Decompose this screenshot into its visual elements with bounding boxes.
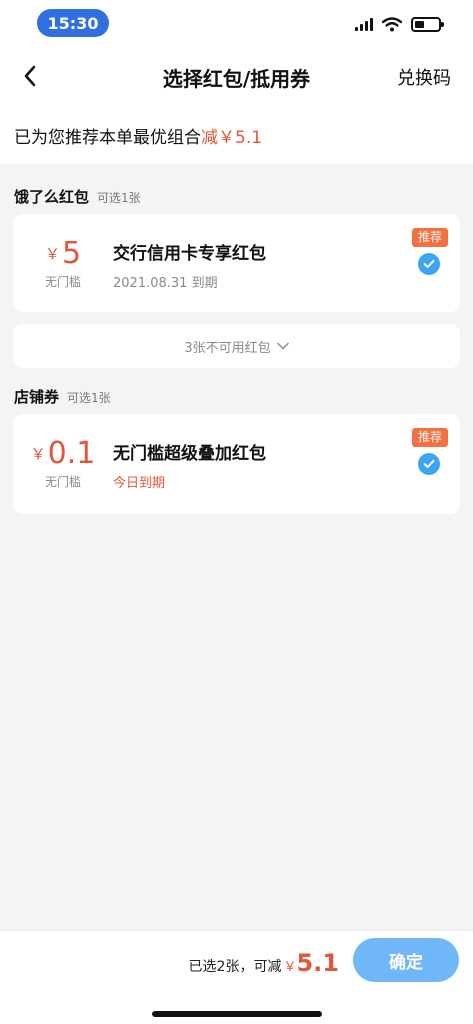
confirm-button[interactable]: 确定 (353, 938, 459, 982)
coupon-card-shop[interactable]: ￥0.1 无门槛 无门槛超级叠加红包 今日到期 推荐 (13, 414, 460, 514)
section-title: 店铺券 (14, 388, 60, 406)
section-subtitle: 可选1张 (97, 191, 141, 205)
coupon-title: 交行信用卡专享红包 (113, 244, 266, 264)
coupon-checkbox[interactable] (418, 453, 440, 475)
selected-summary: 已选2张，可减 ￥ 5.1 (189, 949, 339, 977)
selected-count-text: 已选2张，可减 (188, 959, 282, 975)
summary-discount: 减￥5.1 (201, 127, 263, 148)
recommend-badge: 推荐 (411, 428, 448, 447)
status-icons (355, 14, 444, 34)
check-icon (423, 259, 435, 268)
recommend-badge: 推荐 (411, 228, 448, 247)
signal-icon (355, 17, 373, 31)
section-title: 饿了么红包 (14, 188, 90, 206)
unavailable-coupons-toggle[interactable]: 3张不可用红包 (13, 324, 460, 368)
unavailable-label: 3张不可用红包 (184, 340, 271, 356)
coupon-threshold: 无门槛 (44, 475, 81, 489)
currency-symbol: ￥ (283, 960, 297, 975)
wifi-icon (382, 16, 402, 31)
nav-bar: 选择红包/抵用券 兑换码 (0, 46, 473, 106)
coupon-expiry: 今日到期 (113, 476, 166, 491)
battery-icon (411, 16, 444, 32)
total-discount: 5.1 (296, 949, 339, 977)
bottom-bar: 已选2张，可减 ￥ 5.1 确定 (0, 930, 473, 1024)
coupon-amount: ￥0.1 无门槛 (13, 414, 113, 514)
coupon-value: 0.1 (47, 436, 96, 471)
coupon-value: 5 (61, 236, 82, 271)
section-header-shop: 店铺券 可选1张 (14, 386, 111, 407)
coupon-card-eleme[interactable]: ￥5 无门槛 交行信用卡专享红包 2021.08.31 到期 推荐 (13, 214, 460, 312)
redeem-code-button[interactable]: 兑换码 (397, 64, 451, 90)
coupon-amount: ￥5 无门槛 (13, 214, 113, 312)
section-header-eleme: 饿了么红包 可选1张 (14, 186, 141, 207)
status-time: 15:30 (37, 9, 109, 37)
summary-text: 已为您推荐本单最优组合 (14, 127, 201, 148)
currency-symbol: ￥ (44, 245, 60, 263)
recommendation-summary: 已为您推荐本单最优组合 减￥5.1 (0, 106, 473, 164)
coupon-expiry: 2021.08.31 到期 (113, 276, 218, 291)
section-subtitle: 可选1张 (67, 391, 111, 405)
home-indicator (152, 1011, 322, 1017)
coupon-threshold: 无门槛 (44, 275, 81, 289)
chevron-down-icon (276, 342, 289, 350)
check-icon (423, 459, 435, 468)
coupon-checkbox[interactable] (418, 253, 440, 275)
coupon-title: 无门槛超级叠加红包 (113, 444, 266, 464)
currency-symbol: ￥ (30, 445, 46, 463)
status-bar: 15:30 (0, 0, 473, 46)
